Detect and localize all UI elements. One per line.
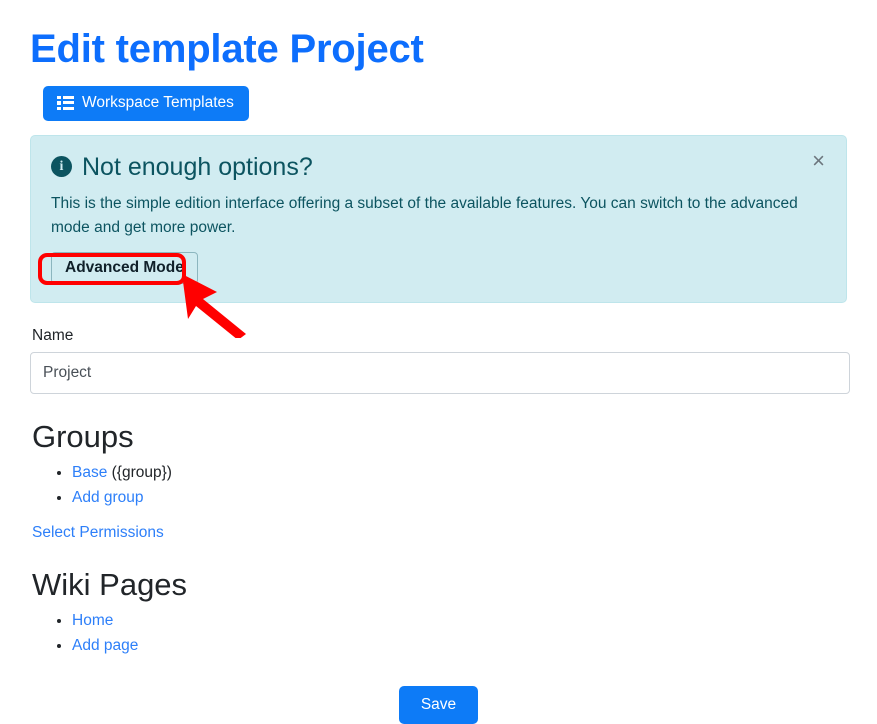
select-permissions-link[interactable]: Select Permissions xyxy=(32,524,164,541)
templates-button-row: Workspace Templates xyxy=(30,86,847,121)
group-link-base[interactable]: Base xyxy=(72,464,107,481)
name-input[interactable] xyxy=(30,352,850,395)
add-group-link[interactable]: Add group xyxy=(72,489,144,506)
info-alert: × i Not enough options? This is the simp… xyxy=(30,134,847,304)
groups-list: Base ({group}) Add group xyxy=(30,461,847,510)
select-permissions-row: Select Permissions xyxy=(32,524,847,542)
wiki-page-link-home[interactable]: Home xyxy=(72,612,113,629)
name-field-label: Name xyxy=(32,327,74,345)
save-button-row: Save xyxy=(30,685,847,724)
wiki-pages-section-title: Wiki Pages xyxy=(32,566,188,602)
close-icon[interactable]: × xyxy=(808,148,829,174)
alert-body-text: This is the simple edition interface off… xyxy=(51,194,798,236)
wiki-pages-list: Home Add page xyxy=(30,609,847,658)
save-button[interactable]: Save xyxy=(398,685,479,724)
alert-heading-text: Not enough options? xyxy=(82,152,313,181)
list-item: Home xyxy=(72,609,847,633)
page-title: Edit template Project xyxy=(30,27,424,71)
alert-heading: i Not enough options? xyxy=(51,152,826,182)
list-item: Add page xyxy=(72,634,847,658)
list-ul-icon xyxy=(57,95,74,111)
advanced-mode-wrapper: Advanced Mode xyxy=(51,251,198,285)
workspace-templates-button[interactable]: Workspace Templates xyxy=(43,86,249,121)
group-base-suffix: ({group}) xyxy=(107,463,172,481)
list-item: Base ({group}) xyxy=(72,461,847,485)
page-container: Edit template Project Workspace Template… xyxy=(0,0,877,724)
info-circle-icon: i xyxy=(51,156,72,177)
groups-section-title: Groups xyxy=(32,419,134,455)
advanced-mode-button[interactable]: Advanced Mode xyxy=(51,251,198,285)
add-page-link[interactable]: Add page xyxy=(72,637,138,654)
workspace-templates-label: Workspace Templates xyxy=(82,94,234,111)
list-item: Add group xyxy=(72,486,847,510)
